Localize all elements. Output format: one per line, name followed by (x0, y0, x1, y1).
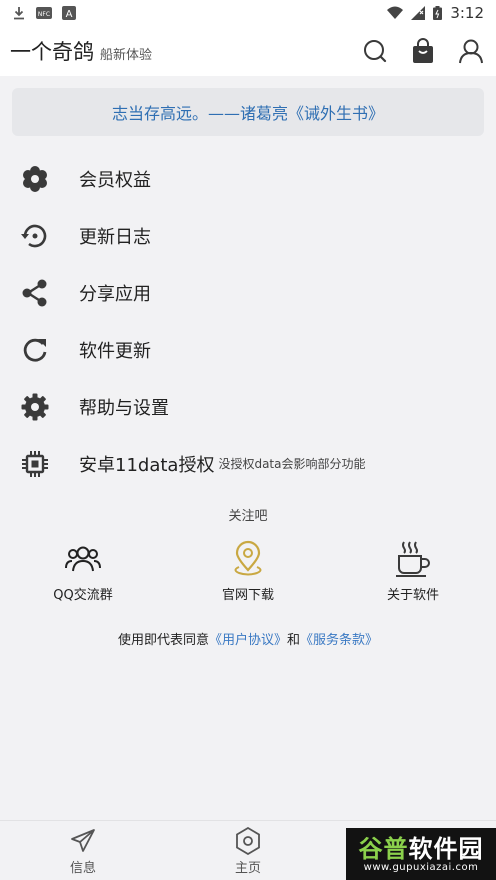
menu-item-update[interactable]: 软件更新 (0, 321, 496, 378)
menu-item-changelog[interactable]: 更新日志 (0, 207, 496, 264)
a-badge-icon: A (62, 6, 76, 20)
service-terms-link[interactable]: 《服务条款》 (300, 633, 378, 648)
menu-item-label: 分享应用 (79, 283, 151, 305)
menu-item-label: 软件更新 (79, 340, 151, 362)
share-icon (20, 278, 50, 308)
app-subtitle: 船新体验 (100, 48, 153, 63)
send-icon (69, 827, 97, 855)
status-bar: NFC A 3:12 (0, 0, 496, 26)
location-pin-icon (229, 540, 267, 578)
quote-text: 志当存高远。——诸葛亮《诫外生书》 (111, 104, 384, 123)
qq-group-button[interactable]: QQ交流群 (23, 540, 143, 603)
profile-button[interactable] (458, 38, 484, 64)
menu-list: 会员权益 更新日志 分享应用 软件更新 帮助与设置 安卓11data授权 没授权… (0, 150, 496, 492)
menu-item-help-settings[interactable]: 帮助与设置 (0, 378, 496, 435)
hexagon-icon (234, 827, 262, 855)
chip-icon (20, 449, 50, 479)
watermark-main: 谷普软件园 (359, 836, 484, 862)
agreement-text: 使用即代表同意《用户协议》和《服务条款》 (0, 629, 496, 648)
battery-icon (433, 6, 443, 20)
watermark-main-white: 软件园 (408, 834, 484, 863)
download-icon (14, 7, 24, 20)
search-button[interactable] (362, 38, 388, 64)
follow-title: 关注吧 (228, 509, 268, 524)
agreement-and: 和 (287, 633, 301, 648)
nav-label: 信息 (69, 861, 96, 876)
user-agreement-link[interactable]: 《用户协议》 (209, 633, 287, 648)
app-bar-actions (362, 38, 486, 64)
app-title: 一个奇鸽 (10, 40, 94, 64)
menu-item-data-authorization[interactable]: 安卓11data授权 没授权data会影响部分功能 (0, 435, 496, 492)
watermark-logo: 谷普软件园 www.gupuxiazai.com (346, 828, 496, 880)
menu-item-membership[interactable]: 会员权益 (0, 150, 496, 207)
flower-icon (20, 164, 50, 194)
status-bar-right: 3:12 (387, 4, 484, 22)
user-icon (459, 39, 483, 64)
quote-card: 志当存高远。——诸葛亮《诫外生书》 (12, 88, 484, 136)
follow-item-label: 关于软件 (386, 588, 439, 603)
history-icon (20, 221, 50, 251)
status-time: 3:12 (450, 4, 484, 22)
nfc-badge-icon: NFC (36, 7, 52, 19)
follow-item-label: QQ交流群 (53, 588, 113, 603)
refresh-icon (20, 335, 50, 365)
svg-text:NFC: NFC (38, 11, 50, 18)
follow-row: QQ交流群 官网下载 关于软件 (0, 540, 496, 610)
settings-icon (20, 392, 50, 422)
watermark-url: www.gupuxiazai.com (363, 861, 479, 873)
about-software-button[interactable]: 关于软件 (353, 540, 473, 603)
menu-item-label: 会员权益 (79, 169, 151, 191)
menu-item-label: 帮助与设置 (79, 397, 169, 419)
coffee-cup-icon (394, 540, 432, 578)
shop-button[interactable] (410, 38, 436, 64)
title-wrap: 一个奇鸽 船新体验 (10, 36, 152, 66)
svg-text:A: A (66, 9, 73, 20)
wifi-icon (387, 6, 404, 19)
menu-item-label: 更新日志 (79, 226, 151, 248)
website-download-button[interactable]: 官网下载 (188, 540, 308, 603)
follow-item-label: 官网下载 (221, 588, 274, 603)
menu-item-share[interactable]: 分享应用 (0, 264, 496, 321)
status-bar-left: NFC A (12, 6, 76, 20)
search-icon (364, 40, 387, 63)
signal-icon (411, 6, 426, 20)
shopping-bag-icon (413, 38, 433, 63)
group-icon (64, 540, 102, 578)
nav-messages[interactable]: 信息 (43, 827, 123, 876)
menu-item-note: 没授权data会影响部分功能 (218, 457, 366, 471)
nav-label: 主页 (234, 861, 261, 876)
agreement-prefix: 使用即代表同意 (117, 633, 209, 648)
menu-item-label: 安卓11data授权 (79, 454, 215, 476)
app-bar: 一个奇鸽 船新体验 (0, 26, 496, 76)
watermark-main-green: 谷普 (358, 834, 409, 863)
nav-home[interactable]: 主页 (208, 827, 288, 876)
